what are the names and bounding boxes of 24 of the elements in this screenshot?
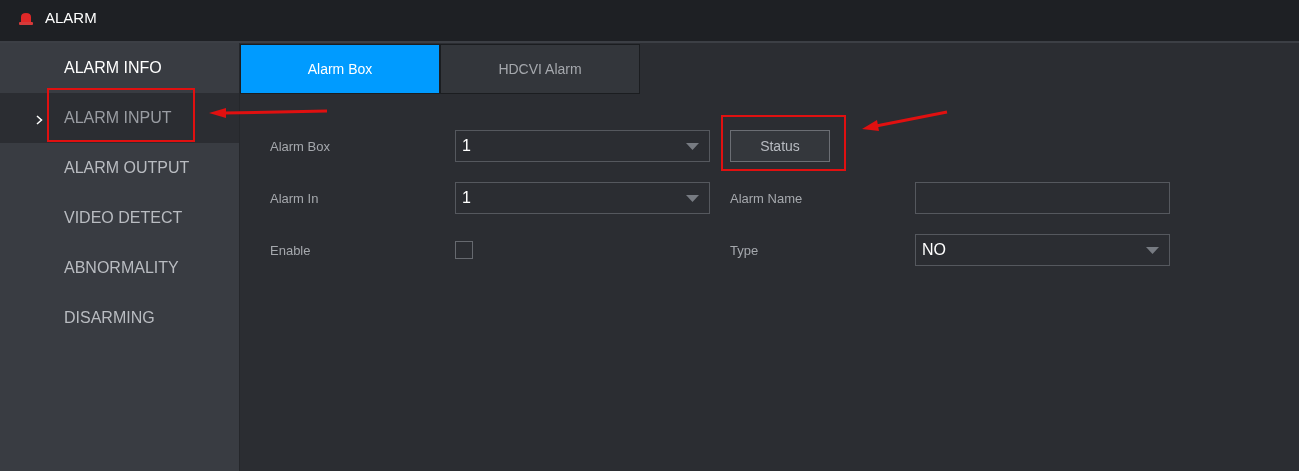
dropdown[interactable]: NO: [915, 234, 1170, 266]
field-label: Enable: [270, 242, 312, 258]
window-title: ALARM: [45, 9, 97, 26]
alarm-light-icon: [18, 12, 34, 25]
sidebar-item[interactable]: ABNORMALITY: [0, 243, 239, 293]
field-label: Alarm Name: [730, 190, 804, 206]
status-button[interactable]: Status: [730, 130, 830, 162]
dropdown-arrow-icon: [686, 194, 699, 202]
field-label: Alarm In: [270, 190, 320, 206]
sidebar-item[interactable]: DISARMING: [0, 293, 239, 343]
dropdown[interactable]: 1: [455, 182, 710, 214]
sidebar-item[interactable]: ALARM OUTPUT: [0, 143, 239, 193]
field-label: Alarm Box: [270, 138, 331, 154]
dropdown[interactable]: 1: [455, 130, 710, 162]
input-field[interactable]: [915, 182, 1170, 214]
field-label: Type: [730, 242, 760, 258]
sidebar-item[interactable]: ALARM INPUT: [0, 93, 239, 143]
dropdown-arrow-icon: [686, 142, 699, 150]
checkbox[interactable]: [455, 241, 473, 259]
sidebar-item[interactable]: ALARM INFO: [0, 43, 239, 93]
chevron-icon: [36, 115, 43, 125]
sidebar-item[interactable]: VIDEO DETECT: [0, 193, 239, 243]
tab[interactable]: HDCVI Alarm: [440, 44, 640, 94]
dropdown-arrow-icon: [1146, 246, 1159, 254]
